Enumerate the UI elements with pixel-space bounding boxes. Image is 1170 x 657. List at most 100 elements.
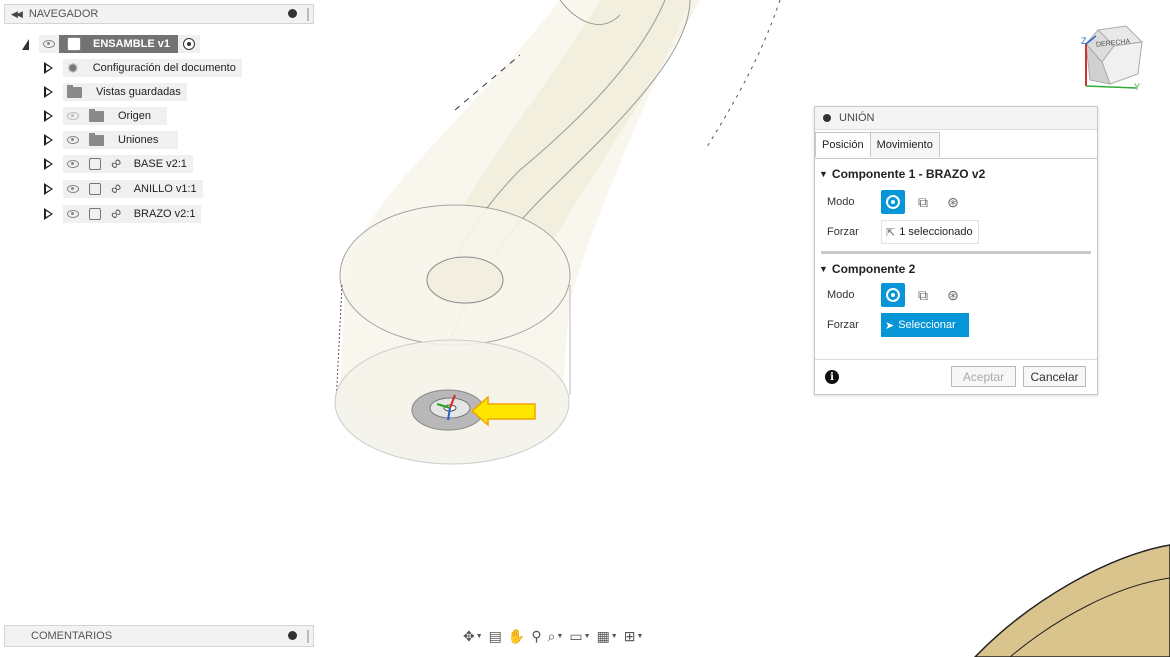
expand-toggle-icon[interactable] bbox=[43, 157, 55, 171]
cursor-icon: ⇱ bbox=[886, 226, 896, 239]
dialog-footer: i Aceptar Cancelar bbox=[815, 359, 1097, 394]
tree-item-label: Uniones bbox=[118, 134, 159, 146]
dropdown-arrow-icon[interactable]: ▼ bbox=[611, 633, 618, 640]
component1-title: Componente 1 - BRAZO v2 bbox=[831, 167, 986, 181]
visibility-eye-icon[interactable] bbox=[67, 136, 79, 144]
viewports-tool[interactable]: ⊞ ▼ bbox=[624, 628, 644, 645]
dialog-title: UNIÓN bbox=[839, 112, 875, 124]
snap-label: Forzar bbox=[827, 319, 859, 331]
mode-label: Modo bbox=[827, 289, 855, 301]
pan-tool[interactable]: ✋ bbox=[508, 628, 525, 645]
dialog-tabs: Posición Movimiento bbox=[815, 132, 1097, 159]
dropdown-arrow-icon[interactable]: ▼ bbox=[556, 633, 563, 640]
mode-two-edge-intersection-button[interactable]: ⊛ bbox=[941, 190, 965, 214]
mode-simple-button[interactable] bbox=[881, 190, 905, 214]
grid-settings-tool[interactable]: ▦ ▼ bbox=[597, 628, 618, 645]
display-settings-tool[interactable]: ▭ ▼ bbox=[569, 628, 590, 645]
mode-simple-button[interactable] bbox=[881, 283, 905, 307]
visibility-eye-icon[interactable] bbox=[67, 210, 79, 218]
look-at-tool[interactable]: ▤ bbox=[489, 628, 502, 645]
look-at-icon: ▤ bbox=[488, 627, 502, 644]
root-component-chip[interactable]: ENSAMBLE v1 bbox=[59, 35, 179, 53]
component2-snap-select-button[interactable]: ➤ Seleccionar bbox=[881, 313, 969, 337]
tree-item-label: BASE v2:1 bbox=[133, 158, 187, 170]
add-comment-icon[interactable] bbox=[288, 631, 297, 640]
tree-item-origin[interactable]: Origen bbox=[43, 107, 168, 125]
collapse-caret-icon[interactable]: ▼ bbox=[819, 264, 828, 274]
expand-toggle-icon[interactable] bbox=[43, 61, 55, 75]
mode-between-two-faces-button[interactable]: ⧉ bbox=[911, 283, 935, 307]
orbit-icon: ✥ bbox=[463, 627, 475, 644]
tab-motion[interactable]: Movimiento bbox=[870, 132, 940, 157]
component-icon bbox=[89, 183, 101, 195]
info-icon[interactable]: i bbox=[825, 370, 839, 384]
tree-item-label: Vistas guardadas bbox=[96, 86, 181, 98]
mode-between-two-faces-button[interactable]: ⧉ bbox=[911, 190, 935, 214]
tree-item-saved-views[interactable]: Vistas guardadas bbox=[43, 83, 187, 101]
visibility-eye-hidden-icon[interactable] bbox=[67, 112, 79, 120]
display-mode-icon: ▭ bbox=[569, 627, 583, 644]
tree-item-label: ANILLO v1:1 bbox=[133, 183, 197, 195]
panel-resize-handle[interactable] bbox=[307, 630, 309, 643]
component-icon bbox=[89, 208, 101, 220]
viewports-icon: ⊞ bbox=[623, 627, 636, 644]
visibility-eye-icon[interactable] bbox=[67, 160, 79, 168]
component1-section-header[interactable]: ▼ Componente 1 - BRAZO v2 bbox=[815, 165, 1097, 183]
cursor-icon: ➤ bbox=[885, 319, 895, 332]
assembly-icon bbox=[67, 37, 81, 51]
zoom-tool[interactable]: ⚲ bbox=[531, 628, 541, 645]
component2-section-header[interactable]: ▼ Componente 2 bbox=[815, 260, 1097, 278]
visibility-eye-icon[interactable] bbox=[43, 40, 55, 48]
orbit-tool[interactable]: ✥ ▼ bbox=[463, 628, 483, 645]
expand-toggle-icon[interactable] bbox=[43, 207, 55, 221]
dropdown-arrow-icon[interactable]: ▼ bbox=[636, 633, 643, 640]
snap-label: Forzar bbox=[827, 226, 859, 238]
selection-count: 1 seleccionado bbox=[899, 226, 973, 238]
grid-icon: ▦ bbox=[596, 627, 610, 644]
pan-hand-icon: ✋ bbox=[507, 627, 526, 644]
link-icon: ∞ bbox=[106, 203, 126, 224]
cancel-button[interactable]: Cancelar bbox=[1023, 366, 1086, 387]
component-icon bbox=[89, 158, 101, 170]
tree-item-arm[interactable]: ∞ BRAZO v2:1 bbox=[43, 203, 202, 224]
expand-toggle-icon[interactable] bbox=[43, 133, 55, 147]
tab-position[interactable]: Posición bbox=[815, 132, 871, 157]
collapse-double-arrow-icon[interactable]: ◀◀ bbox=[11, 9, 23, 20]
dialog-collapse-icon[interactable] bbox=[823, 114, 831, 122]
collapse-caret-icon[interactable]: ▼ bbox=[819, 169, 828, 179]
joint-dialog[interactable]: UNIÓN Posición Movimiento ▼ Componente 1… bbox=[814, 106, 1098, 395]
tree-root-row[interactable]: ENSAMBLE v1 bbox=[22, 35, 201, 53]
expand-toggle-icon[interactable] bbox=[22, 38, 29, 50]
navigation-toolbar: ✥ ▼ ▤ ✋ ⚲ ⌕ ▼ ▭ ▼ ▦ ▼ ⊞ ▼ bbox=[463, 626, 643, 646]
panel-resize-handle[interactable] bbox=[307, 8, 309, 21]
mode-label: Modo bbox=[827, 196, 855, 208]
visibility-eye-icon[interactable] bbox=[67, 185, 79, 193]
panel-options-icon[interactable] bbox=[288, 9, 297, 18]
tree-item-joints[interactable]: Uniones bbox=[43, 131, 179, 149]
activate-radio-icon[interactable] bbox=[183, 38, 196, 50]
tree-item-ring[interactable]: ∞ ANILLO v1:1 bbox=[43, 178, 203, 199]
tree-item-document-settings[interactable]: ✹ Configuración del documento bbox=[43, 59, 242, 77]
folder-icon bbox=[67, 84, 82, 98]
link-icon: ∞ bbox=[106, 153, 126, 174]
tree-item-base[interactable]: ∞ BASE v2:1 bbox=[43, 153, 193, 174]
link-icon: ∞ bbox=[106, 178, 126, 199]
dropdown-arrow-icon[interactable]: ▼ bbox=[476, 633, 483, 640]
expand-toggle-icon[interactable] bbox=[43, 109, 55, 123]
navigator-title: NAVEGADOR bbox=[28, 8, 99, 20]
view-cube[interactable]: DERECHA Z Y bbox=[1078, 22, 1144, 92]
gear-icon: ✹ bbox=[67, 60, 79, 76]
ok-button[interactable]: Aceptar bbox=[951, 366, 1016, 387]
navigator-panel-header[interactable]: ◀◀ NAVEGADOR bbox=[4, 4, 314, 24]
snap-simple-icon bbox=[886, 195, 900, 209]
mode-two-edge-intersection-button[interactable]: ⊛ bbox=[941, 283, 965, 307]
dropdown-arrow-icon[interactable]: ▼ bbox=[584, 633, 591, 640]
axis-z-label: Z bbox=[1081, 36, 1087, 46]
expand-toggle-icon[interactable] bbox=[43, 182, 55, 196]
component1-snap-selection[interactable]: ⇱ 1 seleccionado bbox=[881, 220, 979, 244]
fit-tool[interactable]: ⌕ ▼ bbox=[548, 628, 564, 645]
expand-toggle-icon[interactable] bbox=[43, 85, 55, 99]
edge-intersection-icon: ⊛ bbox=[947, 193, 959, 210]
dialog-header[interactable]: UNIÓN bbox=[815, 107, 1097, 130]
comments-panel-header[interactable]: COMENTARIOS bbox=[4, 625, 314, 647]
